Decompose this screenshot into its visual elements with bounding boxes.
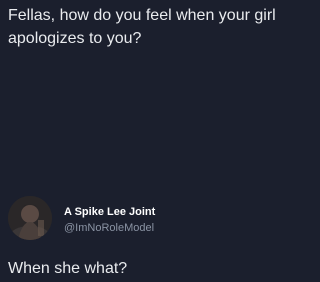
reply-text: When she what?	[8, 260, 128, 277]
reply-display-name[interactable]: A Spike Lee Joint	[64, 206, 155, 218]
original-post-text: Fellas, how do you feel when your girl a…	[8, 7, 276, 47]
profile-photo-icon	[8, 196, 52, 240]
reply-avatar[interactable]	[8, 196, 52, 240]
reply-handle[interactable]: @ImNoRoleModel	[64, 222, 154, 234]
reply-tweet[interactable]: A Spike Lee Joint @ImNoRoleModel When sh…	[8, 196, 294, 277]
